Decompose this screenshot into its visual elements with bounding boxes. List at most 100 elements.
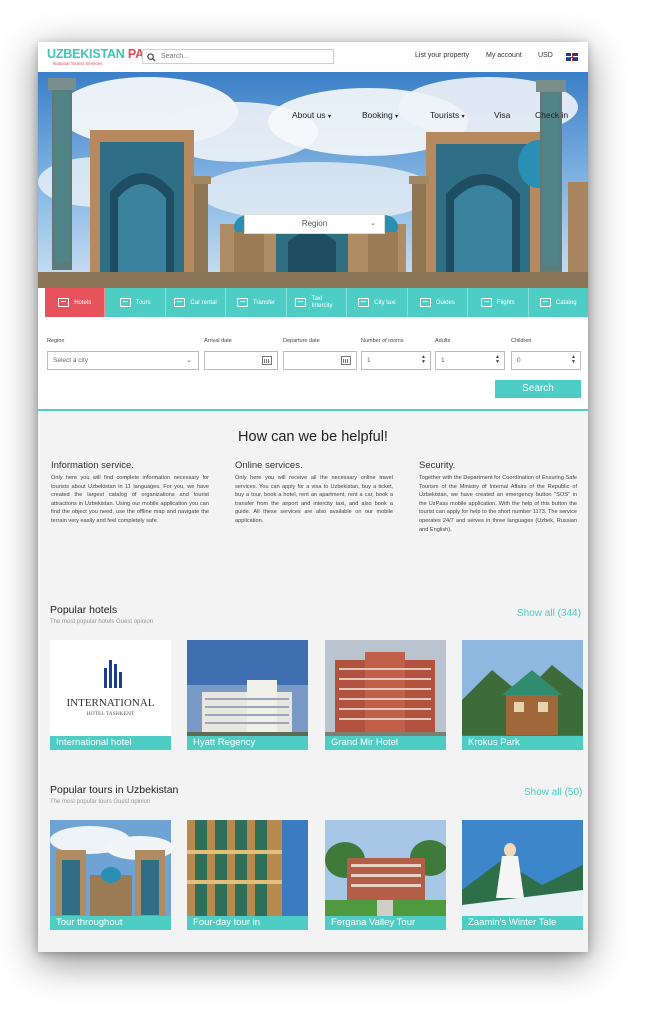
tab-guides[interactable]: Guides [408,288,469,317]
plane-icon [480,298,492,307]
popular-tours-subtitle: The most popular tours Guest opinion [50,799,151,805]
catalog-icon [539,298,551,307]
tab-tours[interactable]: Tours [105,288,166,317]
chevron-down-icon: ▾ [395,114,399,120]
chevron-down-icon: ▾ [327,114,331,120]
tab-label: Taxi Intercity [311,295,333,309]
tour-name: Fergana Valley Tour [325,916,446,930]
children-value: 0 [517,357,521,364]
registan-tour-image [50,820,171,930]
uk-flag-icon[interactable] [566,53,578,61]
popular-tours-title: Popular tours in Uzbekistan [50,784,179,796]
children-label: Children [511,338,532,344]
nav-booking-label: Booking [362,110,393,120]
logo-part-1: UZBEKISTAN [47,47,125,61]
tour-card-3[interactable]: Fergana Valley Tour [325,820,446,930]
chevron-down-icon: ▾ [461,114,465,120]
list-property-link[interactable]: List your property [415,52,469,59]
nav-check-in[interactable]: Check in [535,110,568,120]
region-select[interactable]: Select a city ⌄ [47,351,199,370]
tab-catalog[interactable]: Catalog [529,288,588,317]
tab-label: Hotels [74,299,92,306]
hotel-name: Grand Mir Hotel [325,736,446,750]
nav-about-label: About us [292,110,326,120]
tour-name: Four-day tour in [187,916,308,930]
hero-banner: About us ▾ Booking ▾ Tourists ▾ Visa Che… [38,72,588,288]
online-services-title: Online services. [235,460,303,471]
tab-flights[interactable]: Flights [468,288,529,317]
hotel-card-grand-mir[interactable]: Grand Mir Hotel [325,640,446,750]
hotel-name: Hyatt Regency [187,736,308,750]
tab-label: Flights [496,299,515,306]
children-stepper[interactable]: 0 ▲ ▼ [511,351,581,370]
popular-hotels-subtitle: The most popular hotels Guest opinion [50,619,154,625]
grand-mir-hotel-image [325,640,446,750]
region-select-value: Select a city [53,357,89,364]
hotel-card-international[interactable]: INTERNATIONAL HOTEL TASHKENT Internation… [50,640,171,750]
website-page: UZBEKISTAN PASS National Tourist Service… [38,42,588,952]
guide-icon [419,298,431,307]
service-tabs: Hotels Tours Car rental Transfer Taxi In… [45,288,588,317]
adults-stepper[interactable]: 1 ▲ ▼ [435,351,505,370]
search-input[interactable] [161,51,326,62]
tab-label: Guides [435,299,455,306]
departure-date-label: Departure date [283,338,320,344]
stepper-arrows-icon[interactable]: ▲ ▼ [495,355,500,365]
online-services-text: Only here you will receive all the neces… [235,475,393,524]
nav-visa[interactable]: Visa [494,110,510,120]
tab-car-rental[interactable]: Car rental [166,288,227,317]
adults-value: 1 [441,357,445,364]
logo-subword: HOTEL TASHKENT [87,711,135,717]
city-taxi-icon [358,298,370,307]
hotel-name: Krokus Park [462,736,583,750]
hyatt-regency-image [187,640,308,750]
zaamin-winter-image [462,820,583,930]
tab-transfer[interactable]: Transfer [226,288,287,317]
adults-label: Adults [435,338,451,344]
krokus-park-image [462,640,583,750]
tab-taxi-intercity[interactable]: Taxi Intercity [287,288,348,317]
tour-name: Tour throughout [50,916,171,930]
security-text: Together with the Department for Coordin… [419,475,577,533]
stepper-arrows-icon[interactable]: ▲ ▼ [571,355,576,365]
stepper-arrows-icon[interactable]: ▲ ▼ [421,355,426,365]
calendar-icon [262,356,272,365]
international-hotel-logo-image: INTERNATIONAL HOTEL TASHKENT [50,640,171,750]
hero-region-select[interactable]: Region ⌄ [244,214,385,234]
top-bar: UZBEKISTAN PASS National Tourist Service… [38,42,588,72]
nav-booking[interactable]: Booking ▾ [362,110,398,120]
currency-select[interactable]: USD [538,52,553,59]
registan-hero-image [38,72,588,288]
info-service-text: Only here you will find complete informa… [51,475,209,524]
search-button[interactable]: Search [495,380,581,398]
hotel-card-krokus-park[interactable]: Krokus Park [462,640,583,750]
info-service-title: Information service. [51,460,134,471]
rooms-stepper[interactable]: 1 ▲ ▼ [361,351,431,370]
departure-date-input[interactable] [283,351,357,370]
my-account-link[interactable]: My account [486,52,522,59]
arrival-date-input[interactable] [204,351,278,370]
tour-card-2[interactable]: Four-day tour in [187,820,308,930]
tours-show-all-link[interactable]: Show all (50) [524,787,582,798]
hotels-show-all-link[interactable]: Show all (344) [517,608,581,619]
search-box[interactable] [142,49,334,64]
rooms-value: 1 [367,357,371,364]
nav-tourists-label: Tourists [430,110,460,120]
rooms-label: Number of rooms [361,338,404,344]
tour-card-4[interactable]: Zaamin's Winter Tale [462,820,583,930]
chevron-down-icon: ⌄ [370,220,376,227]
tab-hotels[interactable]: Hotels [45,288,106,317]
helpful-title: How can we be helpful! [238,429,388,445]
tab-label: Transfer [252,299,276,306]
nav-tourists[interactable]: Tourists ▾ [430,110,465,120]
transfer-icon [236,298,248,307]
security-title: Security. [419,460,456,471]
tab-label: City taxi [374,299,396,306]
search-icon [147,53,156,62]
nav-about-us[interactable]: About us ▾ [292,110,331,120]
tab-label: Car rental [190,299,217,306]
tab-city-taxi[interactable]: City taxi [347,288,408,317]
hotel-card-hyatt[interactable]: Hyatt Regency [187,640,308,750]
calendar-icon [341,356,351,365]
tour-card-1[interactable]: Tour throughout [50,820,171,930]
